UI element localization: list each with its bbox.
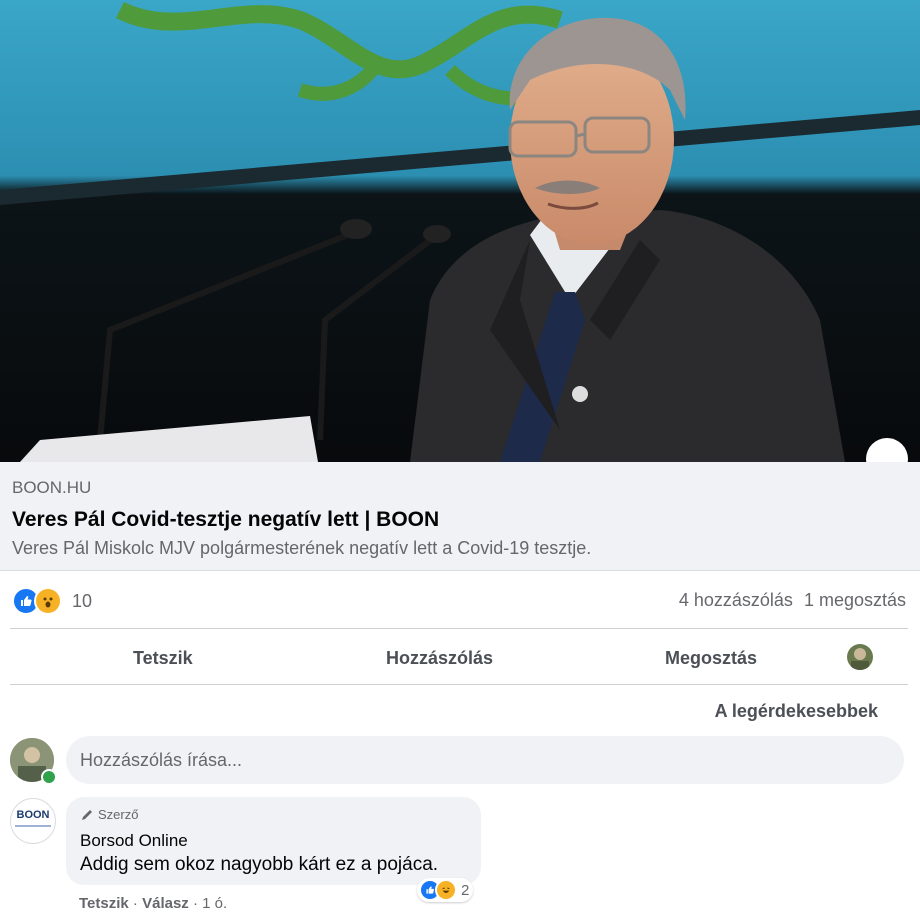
article-photo[interactable] [0, 0, 920, 462]
like-button[interactable]: Tetszik [133, 648, 193, 669]
link-title[interactable]: Veres Pál Covid-tesztje negatív lett | B… [12, 508, 439, 532]
comment-reply-link[interactable]: Válasz [142, 895, 189, 912]
comment-sort-dropdown[interactable]: A legérdekesebbek [715, 701, 878, 722]
comment-author[interactable]: Borsod Online [80, 831, 188, 851]
wow-icon [34, 587, 62, 615]
logo-underline [15, 825, 51, 827]
reaction-summary[interactable]: 10 [12, 587, 93, 615]
author-badge: Szerző [80, 807, 138, 822]
reaction-count: 10 [72, 590, 93, 611]
boon-logo: BOON [16, 809, 50, 821]
comment-reaction-count: 2 [461, 881, 470, 899]
share-as-avatar[interactable] [847, 644, 873, 670]
share-button[interactable]: Megosztás [665, 648, 757, 669]
comment-reactions[interactable]: 2 [417, 878, 474, 902]
speaker-photo [0, 0, 920, 462]
comment-actions: Tetszik · Válasz · 1 ó. [79, 895, 228, 912]
link-preview[interactable]: BOON.HU Veres Pál Covid-tesztje negatív … [0, 462, 920, 571]
comment-like-link[interactable]: Tetszik [79, 895, 129, 912]
divider [10, 628, 908, 629]
comment-time[interactable]: 1 ó. [202, 895, 227, 912]
link-domain: BOON.HU [12, 478, 92, 497]
comment-input[interactable]: Hozzászólás írása... [66, 736, 904, 784]
engagement-counts: 4 hozzászólás 1 megosztás [673, 590, 906, 611]
online-status-indicator [41, 769, 57, 785]
author-badge-label: Szerző [98, 807, 139, 822]
comment-button[interactable]: Hozzászólás [386, 648, 493, 669]
divider [10, 684, 908, 685]
comment-bubble: Szerző Borsod Online Addig sem okoz nagy… [66, 797, 481, 885]
commenter-avatar[interactable]: BOON [10, 798, 56, 844]
comment-count[interactable]: 4 hozzászólás [679, 590, 793, 610]
haha-icon [435, 879, 457, 901]
pen-icon [82, 809, 92, 820]
link-description: Veres Pál Miskolc MJV polgármesterének n… [12, 538, 592, 558]
share-count[interactable]: 1 megosztás [804, 590, 906, 610]
comment-text: Addig sem okoz nagyobb kárt ez a pojáca. [80, 854, 439, 875]
